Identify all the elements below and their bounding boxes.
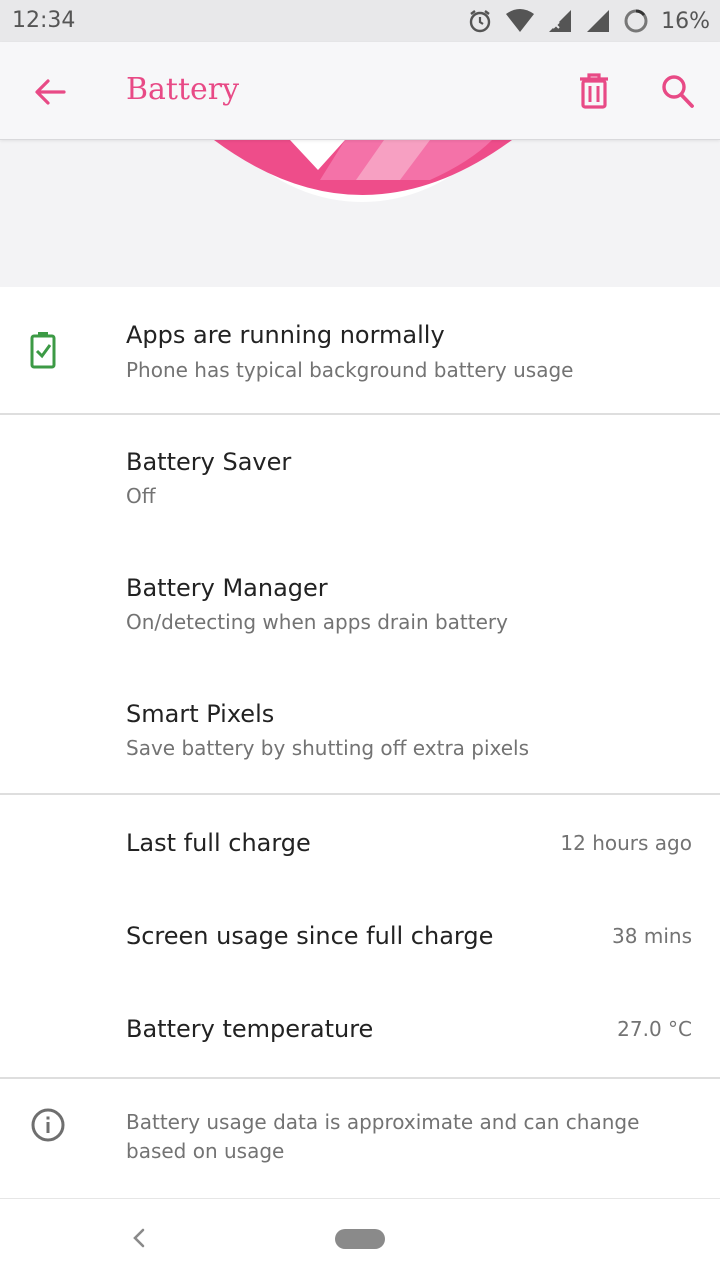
delete-button[interactable] bbox=[574, 70, 614, 114]
signal-icon-2 bbox=[585, 8, 611, 34]
trash-icon bbox=[580, 73, 608, 109]
arrow-back-icon bbox=[35, 79, 66, 105]
chevron-left-icon bbox=[133, 1228, 145, 1248]
smart-pixels-item[interactable]: Smart Pixels Save battery by shutting of… bbox=[0, 667, 720, 793]
wifi-icon bbox=[505, 8, 535, 34]
smart-pixels-title: Smart Pixels bbox=[126, 700, 275, 728]
last-full-charge-value: 12 hours ago bbox=[560, 831, 692, 855]
app-bar: Battery bbox=[0, 42, 720, 140]
usage-info-note: Battery usage data is approximate and ca… bbox=[0, 1079, 720, 1203]
battery-status-summary[interactable]: Apps are running normally Phone has typi… bbox=[0, 287, 720, 413]
screen-usage-row[interactable]: Screen usage since full charge 38 mins bbox=[0, 888, 720, 981]
battery-temperature-label: Battery temperature bbox=[126, 1015, 374, 1043]
status-icons: 16% bbox=[467, 6, 710, 36]
info-icon bbox=[30, 1107, 66, 1147]
summary-title: Apps are running normally bbox=[126, 321, 445, 349]
battery-ring-icon bbox=[623, 8, 649, 34]
screen-usage-value: 38 mins bbox=[612, 924, 692, 948]
battery-settings-list: Apps are running normally Phone has typi… bbox=[0, 287, 720, 1203]
last-full-charge-label: Last full charge bbox=[126, 829, 311, 857]
battery-ok-icon bbox=[30, 331, 56, 373]
alarm-icon bbox=[467, 8, 493, 34]
page-title: Battery bbox=[126, 72, 240, 107]
back-button[interactable] bbox=[30, 72, 70, 112]
battery-manager-item[interactable]: Battery Manager On/detecting when apps d… bbox=[0, 541, 720, 667]
status-bar: 12:34 16% bbox=[0, 0, 720, 42]
search-icon bbox=[662, 75, 694, 108]
battery-saver-status: Off bbox=[126, 484, 156, 508]
smart-pixels-status: Save battery by shutting off extra pixel… bbox=[126, 736, 530, 760]
battery-manager-title: Battery Manager bbox=[126, 574, 328, 602]
battery-temperature-value: 27.0 °C bbox=[617, 1017, 692, 1041]
battery-hero bbox=[0, 140, 720, 287]
search-button[interactable] bbox=[658, 70, 698, 114]
battery-temperature-row[interactable]: Battery temperature 27.0 °C bbox=[0, 981, 720, 1077]
nav-home-pill[interactable] bbox=[335, 1229, 385, 1249]
last-full-charge-row[interactable]: Last full charge 12 hours ago bbox=[0, 795, 720, 888]
battery-saver-item[interactable]: Battery Saver Off bbox=[0, 415, 720, 541]
battery-gauge-illustration bbox=[214, 140, 512, 202]
navigation-bar bbox=[0, 1198, 720, 1280]
info-note-line-2: based on usage bbox=[126, 1139, 285, 1163]
screen-usage-label: Screen usage since full charge bbox=[126, 922, 494, 950]
signal-icon bbox=[547, 8, 573, 34]
battery-percent: 16% bbox=[661, 8, 710, 34]
battery-saver-title: Battery Saver bbox=[126, 448, 292, 476]
summary-subtitle: Phone has typical background battery usa… bbox=[126, 358, 574, 382]
battery-manager-status: On/detecting when apps drain battery bbox=[126, 610, 508, 634]
nav-back-button[interactable] bbox=[126, 1225, 152, 1251]
status-time: 12:34 bbox=[12, 8, 76, 33]
info-note-line-1: Battery usage data is approximate and ca… bbox=[126, 1110, 640, 1134]
